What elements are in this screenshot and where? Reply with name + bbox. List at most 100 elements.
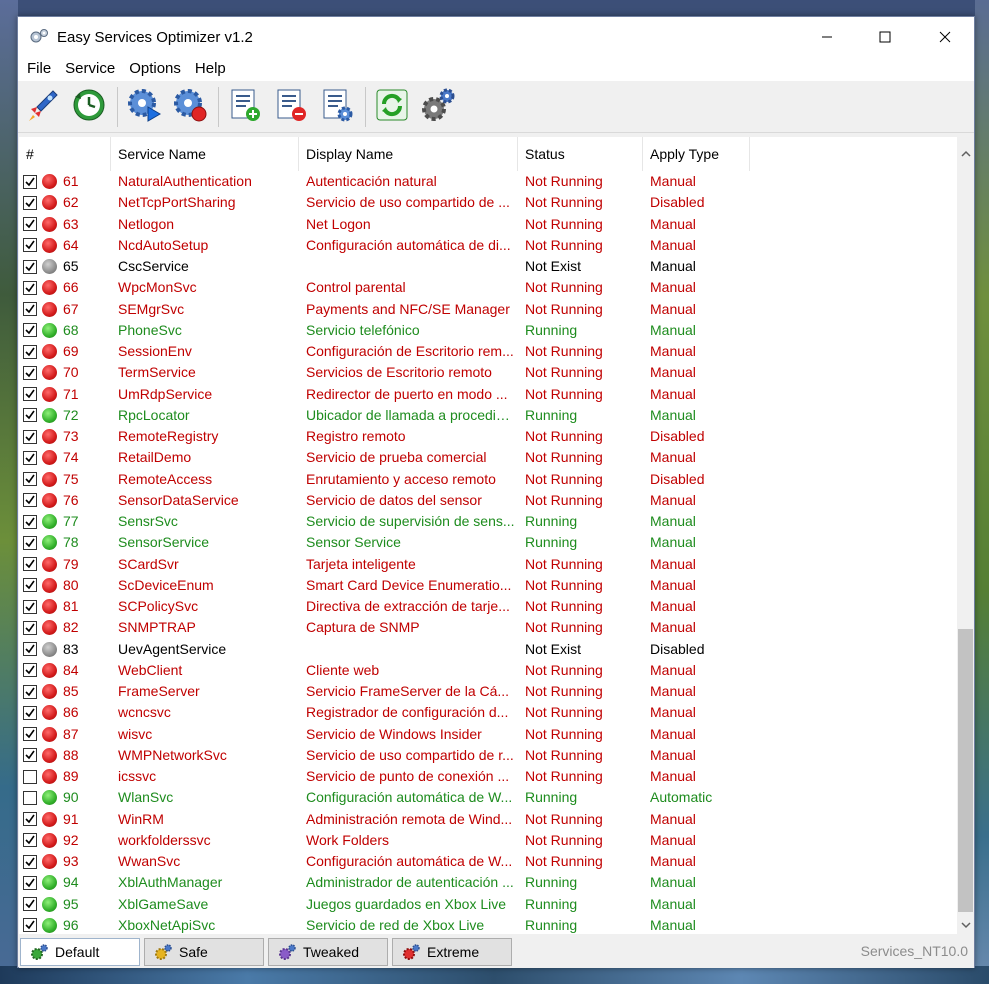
preset-safe-button[interactable]: Safe bbox=[144, 937, 264, 966]
refresh-button[interactable] bbox=[372, 85, 412, 129]
row-checkbox[interactable] bbox=[23, 705, 37, 720]
column-header-apply-type[interactable]: Apply Type bbox=[643, 137, 750, 171]
row-checkbox[interactable] bbox=[23, 302, 37, 317]
table-row[interactable]: 70 TermService Servicios de Escritorio rem… bbox=[19, 362, 958, 383]
row-checkbox[interactable] bbox=[23, 174, 37, 189]
row-checkbox[interactable] bbox=[23, 790, 37, 805]
scroll-up-button[interactable] bbox=[957, 143, 974, 160]
table-row[interactable]: 85 FrameServer Servicio FrameServer de la … bbox=[19, 681, 958, 702]
optimize-rocket-button[interactable] bbox=[23, 85, 63, 129]
table-row[interactable]: 79 SCardSvr Tarjeta inteligente Not Running… bbox=[19, 554, 958, 575]
row-checkbox[interactable] bbox=[23, 918, 37, 933]
row-checkbox[interactable] bbox=[23, 259, 37, 274]
row-checkbox[interactable] bbox=[23, 450, 37, 465]
vertical-scrollbar[interactable] bbox=[957, 137, 974, 934]
scrollbar-thumb[interactable] bbox=[958, 629, 973, 912]
table-row[interactable]: 86 wcncsvc Registrador de configuración d.… bbox=[19, 702, 958, 723]
row-checkbox[interactable] bbox=[23, 493, 37, 508]
preset-tweaked-button[interactable]: Tweaked bbox=[268, 937, 388, 966]
row-checkbox[interactable] bbox=[23, 408, 37, 423]
row-checkbox[interactable] bbox=[23, 514, 37, 529]
table-row[interactable]: 66 WpcMonSvc Control parental Not Running Ma… bbox=[19, 277, 958, 298]
row-checkbox[interactable] bbox=[23, 854, 37, 869]
table-row[interactable]: 73 RemoteRegistry Registro remoto Not Runni… bbox=[19, 426, 958, 447]
close-button[interactable] bbox=[916, 17, 974, 57]
row-checkbox[interactable] bbox=[23, 238, 37, 253]
table-row[interactable]: 88 WMPNetworkSvc Servicio de uso compartid… bbox=[19, 745, 958, 766]
row-checkbox[interactable] bbox=[23, 195, 37, 210]
services-list[interactable]: # Service Name Display Name Status Apply… bbox=[19, 137, 974, 934]
row-checkbox[interactable] bbox=[23, 280, 37, 295]
table-row[interactable]: 62 NetTcpPortSharing Servicio de uso compa… bbox=[19, 192, 958, 213]
row-checkbox[interactable] bbox=[23, 535, 37, 550]
column-header-number[interactable]: # bbox=[19, 137, 111, 171]
scroll-down-button[interactable] bbox=[957, 915, 974, 932]
table-row[interactable]: 81 SCPolicySvc Directiva de extracción de … bbox=[19, 596, 958, 617]
table-row[interactable]: 75 RemoteAccess Enrutamiento y acceso remo… bbox=[19, 469, 958, 490]
menu-options[interactable]: Options bbox=[122, 57, 188, 81]
table-row[interactable]: 63 Netlogon Net Logon Not Running Manual bbox=[19, 214, 958, 235]
table-row[interactable]: 89 icssvc Servicio de punto de conexión ..… bbox=[19, 766, 958, 787]
table-row[interactable]: 67 SEMgrSvc Payments and NFC/SE Manager Not… bbox=[19, 299, 958, 320]
table-row[interactable]: 74 RetailDemo Servicio de prueba comercial… bbox=[19, 447, 958, 468]
table-row[interactable]: 92 workfolderssvc Work Folders Not Running M… bbox=[19, 830, 958, 851]
row-checkbox[interactable] bbox=[23, 344, 37, 359]
menu-help[interactable]: Help bbox=[188, 57, 233, 81]
start-service-button[interactable] bbox=[124, 85, 164, 129]
table-row[interactable]: 77 SensrSvc Servicio de supervisión de sen… bbox=[19, 511, 958, 532]
row-checkbox[interactable] bbox=[23, 620, 37, 635]
table-row[interactable]: 71 UmRdpService Redirector de puerto en mo… bbox=[19, 384, 958, 405]
settings-button[interactable] bbox=[418, 85, 458, 129]
title-bar[interactable]: Easy Services Optimizer v1.2 bbox=[18, 17, 974, 57]
table-row[interactable]: 76 SensorDataService Servicio de datos del… bbox=[19, 490, 958, 511]
menu-service[interactable]: Service bbox=[58, 57, 122, 81]
row-checkbox[interactable] bbox=[23, 429, 37, 444]
row-checkbox[interactable] bbox=[23, 748, 37, 763]
table-row[interactable]: 94 XblAuthManager Administrador de autenti… bbox=[19, 872, 958, 893]
column-header-service-name[interactable]: Service Name bbox=[111, 137, 299, 171]
list-settings-button[interactable] bbox=[317, 85, 357, 129]
add-to-list-button[interactable] bbox=[225, 85, 265, 129]
table-row[interactable]: 96 XboxNetApiSvc Servicio de red de Xbox L… bbox=[19, 915, 958, 934]
row-checkbox[interactable] bbox=[23, 727, 37, 742]
table-row[interactable]: 90 WlanSvc Configuración automática de W..… bbox=[19, 787, 958, 808]
table-row[interactable]: 68 PhoneSvc Servicio telefónico Running Manu… bbox=[19, 320, 958, 341]
row-checkbox[interactable] bbox=[23, 833, 37, 848]
row-checkbox[interactable] bbox=[23, 769, 37, 784]
column-header-status[interactable]: Status bbox=[518, 137, 643, 171]
table-row[interactable]: 84 WebClient Cliente web Not Running Manual bbox=[19, 660, 958, 681]
row-checkbox[interactable] bbox=[23, 875, 37, 890]
restore-button[interactable] bbox=[69, 85, 109, 129]
minimize-button[interactable] bbox=[798, 17, 856, 57]
maximize-button[interactable] bbox=[856, 17, 914, 57]
table-row[interactable]: 78 SensorService Sensor Service Running Manu… bbox=[19, 532, 958, 553]
row-checkbox[interactable] bbox=[23, 578, 37, 593]
table-row[interactable]: 87 wisvc Servicio de Windows Insider Not Ru… bbox=[19, 724, 958, 745]
stop-service-button[interactable] bbox=[170, 85, 210, 129]
menu-file[interactable]: File bbox=[20, 57, 58, 81]
table-row[interactable]: 91 WinRM Administración remota de Wind... N… bbox=[19, 809, 958, 830]
row-checkbox[interactable] bbox=[23, 663, 37, 678]
row-checkbox[interactable] bbox=[23, 387, 37, 402]
preset-default-button[interactable]: Default bbox=[20, 937, 140, 966]
remove-from-list-button[interactable] bbox=[271, 85, 311, 129]
row-checkbox[interactable] bbox=[23, 812, 37, 827]
row-checkbox[interactable] bbox=[23, 472, 37, 487]
table-row[interactable]: 82 SNMPTRAP Captura de SNMP Not Running Manu… bbox=[19, 617, 958, 638]
row-checkbox[interactable] bbox=[23, 217, 37, 232]
table-row[interactable]: 61 NaturalAuthentication Autenticación nat… bbox=[19, 171, 958, 192]
table-row[interactable]: 64 NcdAutoSetup Configuración automática d… bbox=[19, 235, 958, 256]
table-row[interactable]: 95 XblGameSave Juegos guardados en Xbox Li… bbox=[19, 894, 958, 915]
table-row[interactable]: 93 WwanSvc Configuración automática de W..… bbox=[19, 851, 958, 872]
table-row[interactable]: 83 UevAgentService Not Exist Disabled bbox=[19, 639, 958, 660]
preset-extreme-button[interactable]: Extreme bbox=[392, 937, 512, 966]
table-row[interactable]: 80 ScDeviceEnum Smart Card Device Enumerat… bbox=[19, 575, 958, 596]
column-header-display-name[interactable]: Display Name bbox=[299, 137, 518, 171]
row-checkbox[interactable] bbox=[23, 684, 37, 699]
row-checkbox[interactable] bbox=[23, 365, 37, 380]
row-checkbox[interactable] bbox=[23, 557, 37, 572]
row-checkbox[interactable] bbox=[23, 642, 37, 657]
table-row[interactable]: 69 SessionEnv Configuración de Escritorio … bbox=[19, 341, 958, 362]
row-checkbox[interactable] bbox=[23, 599, 37, 614]
table-row[interactable]: 72 RpcLocator Ubicador de llamada a proced… bbox=[19, 405, 958, 426]
